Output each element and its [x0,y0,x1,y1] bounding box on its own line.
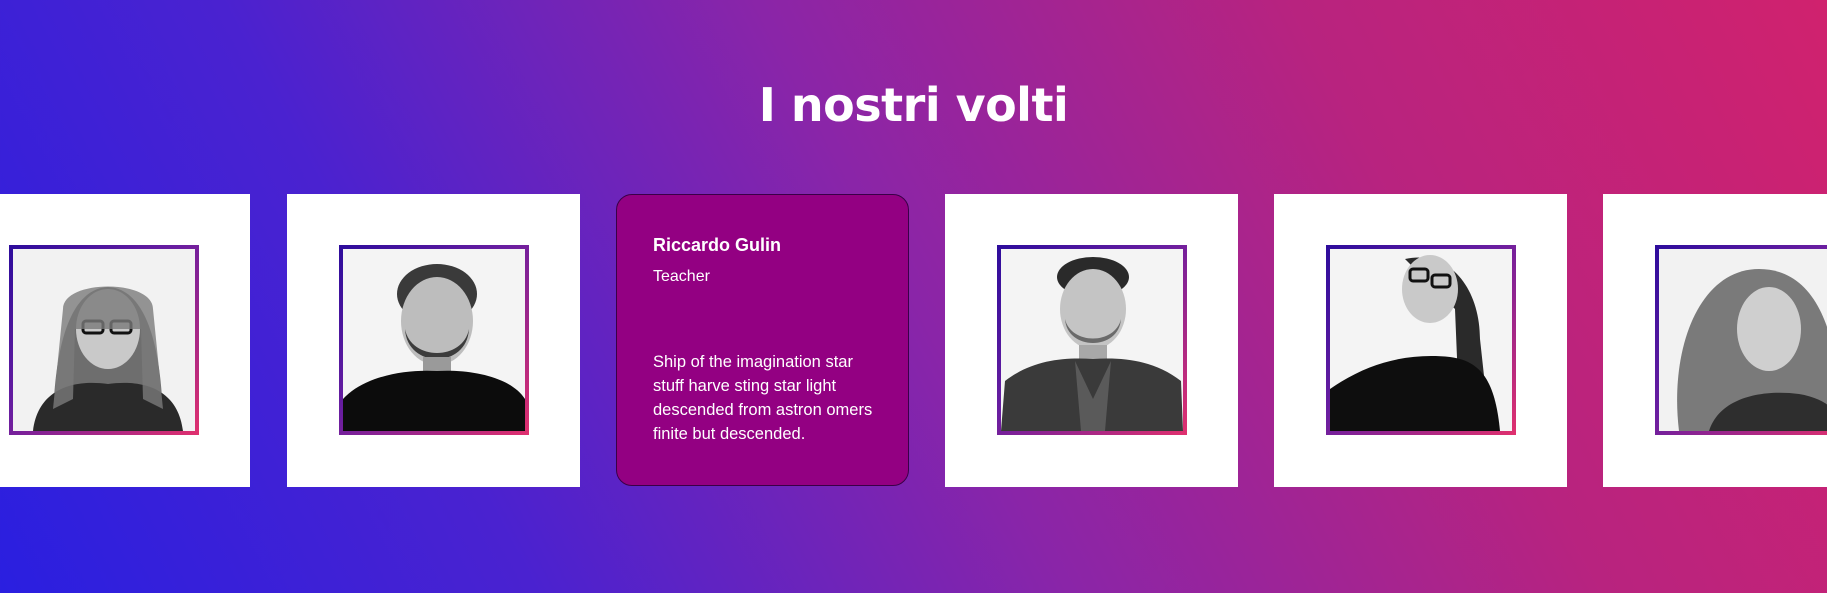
member-bio: Ship of the imagination star stuff harve… [653,353,873,443]
team-card[interactable] [287,194,580,487]
team-card[interactable] [1274,194,1567,487]
member-name: Riccardo Gulin [653,235,782,255]
section-title: I nostri volti [758,78,1069,132]
team-photo [343,249,525,431]
team-photo [13,249,195,431]
team-photo [1659,249,1827,431]
team-photo [1330,249,1512,431]
member-role: Teacher [653,268,710,285]
team-card[interactable] [0,194,250,487]
team-card[interactable] [945,194,1238,487]
team-photo [1001,249,1183,431]
team-card[interactable] [1603,194,1827,487]
team-member-info-card[interactable]: Riccardo Gulin Teacher Ship of the imagi… [616,194,909,486]
